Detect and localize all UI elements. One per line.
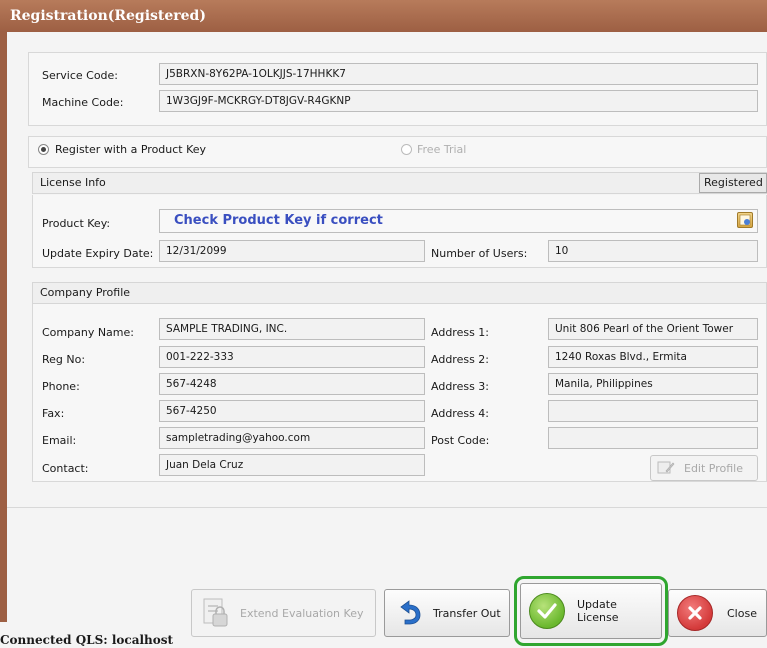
expiry-date-field[interactable]: 12/31/2099 — [159, 240, 425, 262]
number-of-users-label: Number of Users: — [431, 247, 528, 260]
machine-code-field[interactable]: 1W3GJ9F-MCKRGY-DT8JGV-R4GKNP — [159, 90, 758, 112]
phone-field[interactable]: 567-4248 — [159, 373, 425, 395]
transfer-out-label: Transfer Out — [433, 606, 501, 620]
extend-evaluation-key-label: Extend Evaluation Key — [240, 606, 364, 620]
address2-label: Address 2: — [431, 353, 490, 366]
registration-window: Registration(Registered) Service Code: J… — [0, 0, 767, 648]
free-trial-option-label[interactable]: Free Trial — [417, 143, 466, 156]
registered-status-badge: Registered — [699, 173, 767, 193]
contact-field[interactable]: Juan Dela Cruz — [159, 454, 425, 476]
machine-code-label: Machine Code: — [42, 96, 124, 109]
phone-label: Phone: — [42, 380, 80, 393]
extend-key-icon — [203, 598, 228, 627]
address2-field[interactable]: 1240 Roxas Blvd., Ermita — [548, 346, 758, 368]
free-trial-radio[interactable] — [401, 144, 412, 155]
reg-no-field[interactable]: 001-222-333 — [159, 346, 425, 368]
address3-label: Address 3: — [431, 380, 490, 393]
contact-label: Contact: — [42, 462, 89, 475]
transfer-out-button[interactable]: Transfer Out — [384, 589, 510, 637]
edit-profile-label: Edit Profile — [684, 461, 744, 475]
product-key-field[interactable]: Check Product Key if correct — [159, 209, 758, 233]
email-field[interactable]: sampletrading@yahoo.com — [159, 427, 425, 449]
company-name-label: Company Name: — [42, 326, 134, 339]
service-code-field[interactable]: J5BRXN-8Y62PA-1OLKJJS-17HHKK7 — [159, 63, 758, 85]
title-bar: Registration(Registered) — [0, 0, 767, 32]
company-name-field[interactable]: SAMPLE TRADING, INC. — [159, 318, 425, 340]
connection-status: Connected QLS: localhost — [0, 633, 174, 647]
address1-label: Address 1: — [431, 326, 490, 339]
product-key-radio[interactable] — [38, 144, 49, 155]
transfer-out-icon — [400, 600, 421, 625]
address4-field[interactable] — [548, 400, 758, 422]
license-info-header: License Info — [32, 172, 767, 194]
close-button[interactable]: Close — [668, 589, 767, 637]
edit-profile-button[interactable]: Edit Profile — [650, 455, 758, 481]
fax-field[interactable]: 567-4250 — [159, 400, 425, 422]
address4-label: Address 4: — [431, 407, 490, 420]
address3-field[interactable]: Manila, Philippines — [548, 373, 758, 395]
number-of-users-field[interactable]: 10 — [548, 240, 758, 262]
close-label: Close — [727, 606, 757, 620]
window-frame-edge — [0, 32, 7, 622]
fax-label: Fax: — [42, 407, 65, 420]
reg-no-label: Reg No: — [42, 353, 86, 366]
email-label: Email: — [42, 434, 77, 447]
edit-profile-icon — [657, 461, 675, 474]
postcode-field[interactable] — [548, 427, 758, 449]
service-code-label: Service Code: — [42, 69, 119, 82]
product-key-option-label[interactable]: Register with a Product Key — [55, 143, 206, 156]
product-key-label: Product Key: — [42, 217, 111, 230]
update-license-highlight — [514, 576, 668, 646]
extend-evaluation-key-button[interactable]: Extend Evaluation Key — [191, 589, 376, 637]
company-profile-header: Company Profile — [32, 282, 767, 304]
expiry-date-label: Update Expiry Date: — [42, 247, 154, 260]
bottom-divider — [7, 507, 767, 508]
postcode-label: Post Code: — [431, 434, 490, 447]
product-key-value: Check Product Key if correct — [174, 213, 383, 228]
address1-field[interactable]: Unit 806 Pearl of the Orient Tower — [548, 318, 758, 340]
close-icon — [677, 595, 713, 631]
product-key-lookup-icon[interactable] — [737, 212, 753, 228]
